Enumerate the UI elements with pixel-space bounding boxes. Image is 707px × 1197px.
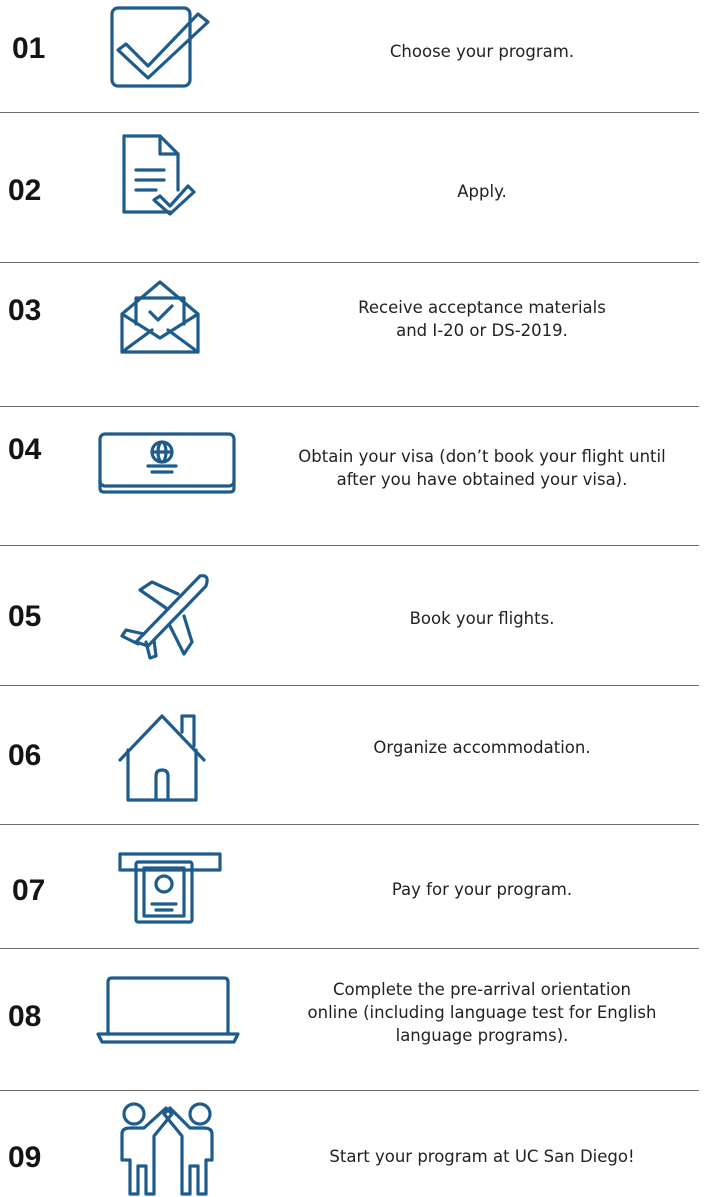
people-high-five-icon bbox=[116, 1100, 220, 1196]
passport-globe-icon bbox=[96, 432, 238, 494]
step-text: Apply. bbox=[457, 182, 507, 201]
step-number: 05 bbox=[8, 600, 42, 633]
step-text: Complete the pre-arrival orientation onl… bbox=[307, 980, 657, 1045]
divider bbox=[0, 1090, 699, 1091]
document-check-icon bbox=[120, 134, 212, 216]
step-text: Receive acceptance materials and I-20 or… bbox=[358, 298, 606, 340]
divider bbox=[0, 824, 699, 825]
divider bbox=[0, 545, 699, 546]
airplane-icon bbox=[118, 570, 212, 662]
divider bbox=[0, 948, 699, 949]
atm-cash-icon bbox=[116, 848, 226, 928]
divider bbox=[0, 685, 699, 686]
step-number: 09 bbox=[8, 1141, 42, 1174]
house-icon bbox=[116, 712, 216, 804]
step-number: 04 bbox=[8, 433, 42, 466]
step-number: 02 bbox=[8, 174, 42, 207]
divider bbox=[0, 262, 699, 263]
divider bbox=[0, 112, 699, 113]
step-text: Choose your program. bbox=[389, 42, 575, 61]
divider bbox=[0, 406, 699, 407]
step-text: Organize accommodation. bbox=[373, 738, 591, 757]
step-number: 01 bbox=[12, 32, 46, 65]
step-number: 07 bbox=[12, 874, 46, 907]
step-number: 03 bbox=[8, 294, 42, 327]
step-text: Book your flights. bbox=[409, 609, 555, 628]
step-number: 08 bbox=[8, 1000, 42, 1033]
step-number: 06 bbox=[8, 739, 42, 772]
step-text: Start your program at UC San Diego! bbox=[329, 1147, 635, 1166]
envelope-letter-icon bbox=[118, 278, 202, 358]
step-text: Pay for your program. bbox=[391, 880, 573, 899]
step-text: Obtain your visa (don’t book your flight… bbox=[298, 447, 666, 489]
checkbox-check-icon bbox=[110, 6, 214, 98]
laptop-icon bbox=[94, 976, 244, 1046]
